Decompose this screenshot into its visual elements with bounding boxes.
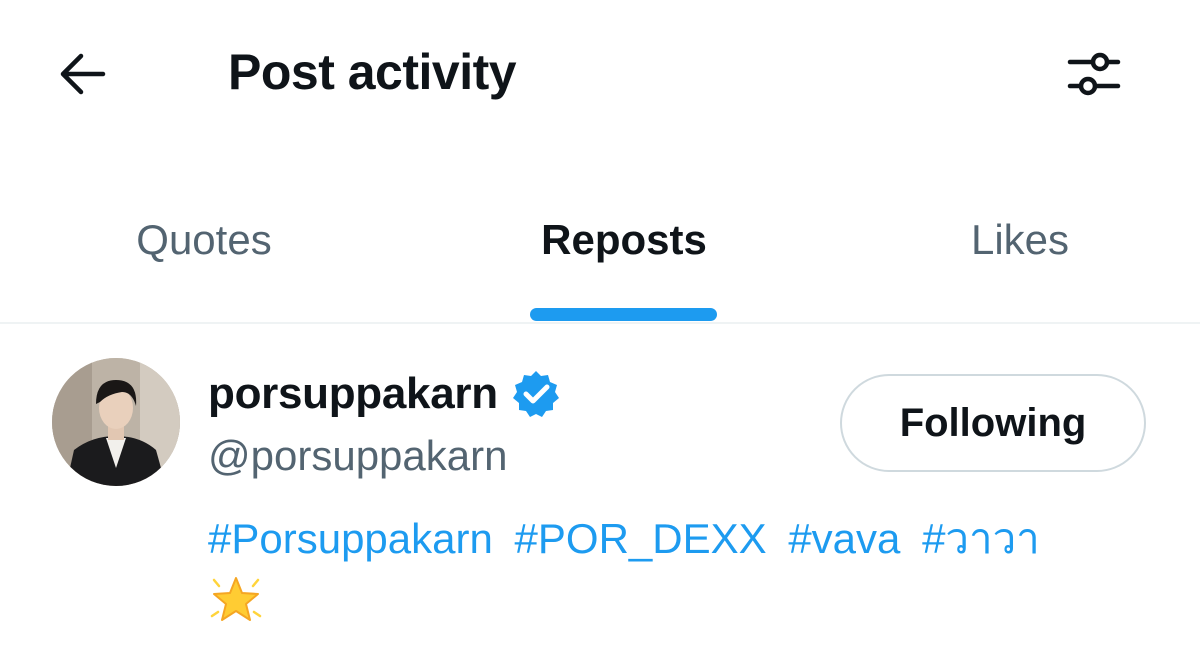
tab-reposts[interactable]: Reposts: [418, 190, 830, 322]
arrow-left-icon: [60, 53, 106, 95]
tab-reposts-label: Reposts: [541, 216, 707, 263]
page-title: Post activity: [228, 44, 517, 100]
tab-quotes-label: Quotes: [136, 216, 272, 263]
top-bar: Post activity: [0, 0, 1200, 150]
user-bio: #Porsuppakarn #POR_DEXX #vava #วาวา: [208, 510, 1040, 568]
filter-button[interactable]: [1062, 44, 1126, 104]
display-name[interactable]: porsuppakarn: [208, 369, 498, 419]
user-cell[interactable]: porsuppakarn @porsuppakarn Following #Po…: [0, 326, 1200, 655]
user-handle[interactable]: @porsuppakarn: [208, 432, 507, 480]
active-tab-indicator: [530, 308, 717, 321]
hashtag-link[interactable]: #vava: [788, 515, 900, 562]
star-icon: [210, 577, 262, 621]
display-name-row: porsuppakarn: [208, 366, 562, 422]
verified-badge-icon: [512, 371, 559, 417]
hashtag-link[interactable]: #Porsuppakarn: [208, 515, 493, 562]
back-button[interactable]: [52, 46, 112, 102]
hashtag-link[interactable]: #POR_DEXX: [515, 515, 767, 562]
hashtag-link[interactable]: #วาวา: [922, 515, 1040, 562]
sliders-icon: [1067, 52, 1121, 96]
tab-likes[interactable]: Likes: [840, 190, 1200, 322]
post-activity-screen: Post activity Quotes Reposts Likes porsu…: [0, 0, 1200, 655]
activity-tabs: Quotes Reposts Likes: [0, 190, 1200, 324]
tab-quotes[interactable]: Quotes: [0, 190, 408, 322]
avatar[interactable]: [52, 358, 180, 486]
avatar-photo: [52, 358, 180, 486]
following-button[interactable]: Following: [840, 374, 1146, 472]
tab-likes-label: Likes: [970, 216, 1070, 263]
